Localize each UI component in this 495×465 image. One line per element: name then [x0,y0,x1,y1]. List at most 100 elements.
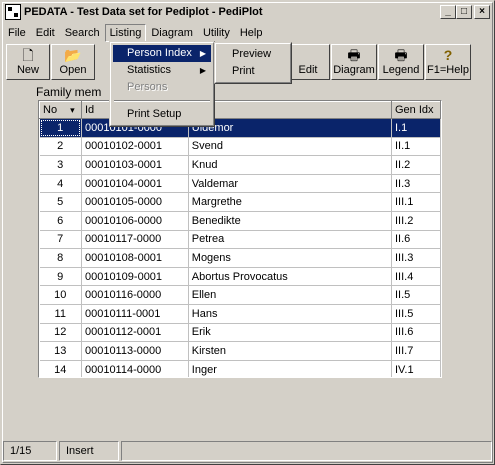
cell-id[interactable]: 00010104-0001 [81,174,189,194]
edit-button[interactable]: Edit [286,44,330,80]
menu-utility[interactable]: Utility [198,24,235,42]
column-header-gen-idx[interactable]: Gen Idx [391,101,441,119]
table-row[interactable]: 13 00010113-0000 Kirsten III.7 [39,341,441,361]
family-members-table[interactable]: No ▾ Id e Gen Idx 100010101-0000UldemorI… [38,100,442,378]
cell-name[interactable]: Valdemar [188,174,393,194]
cell-gen-idx[interactable]: II.1 [391,137,441,157]
cell-no[interactable]: 10 [39,285,82,305]
cell-gen-idx[interactable]: III.1 [391,192,441,212]
printer-icon: 🖶 [347,47,361,63]
cell-id[interactable]: 00010116-0000 [81,285,189,305]
cell-no[interactable]: 13 [39,341,82,361]
column-header-no[interactable]: No ▾ [39,101,82,119]
record-counter: 1/15 [3,441,57,461]
cell-name[interactable]: Inger [188,360,393,377]
cell-gen-idx[interactable]: II.2 [391,155,441,175]
table-row[interactable]: 7 00010117-0000 Petrea II.6 [39,230,441,250]
cell-gen-idx[interactable]: III.5 [391,304,441,324]
cell-id[interactable]: 00010106-0000 [81,211,189,231]
table-row[interactable]: 9 00010109-0001 Abortus Provocatus III.4 [39,267,441,287]
menu-item-print-setup[interactable]: Print Setup [113,106,211,123]
cell-id[interactable]: 00010103-0001 [81,155,189,175]
table-row[interactable]: 12 00010112-0001 Erik III.6 [39,323,441,343]
maximize-button[interactable]: □ [456,5,472,19]
table-row[interactable]: 4 00010104-0001 Valdemar II.3 [39,174,441,194]
cell-name[interactable]: Uldemor [188,118,393,138]
table-header: No ▾ Id e Gen Idx [39,101,441,119]
cell-no[interactable]: 1 [39,118,82,138]
cell-gen-idx[interactable]: III.3 [391,248,441,268]
menu-listing[interactable]: Listing [104,23,147,42]
app-icon[interactable] [5,4,21,20]
cell-gen-idx[interactable]: IV.1 [391,360,441,377]
cell-name[interactable]: Erik [188,323,393,343]
cell-no[interactable]: 12 [39,323,82,343]
cell-no[interactable]: 8 [39,248,82,268]
menu-file[interactable]: File [3,24,31,42]
cell-no[interactable]: 2 [39,137,82,157]
cell-id[interactable]: 00010105-0000 [81,192,189,212]
help-button[interactable]: ? F1=Help [425,44,471,80]
table-row[interactable]: 10 00010116-0000 Ellen II.5 [39,285,441,305]
cell-gen-idx[interactable]: III.2 [391,211,441,231]
menu-edit[interactable]: Edit [31,24,60,42]
title-bar[interactable]: PEDATA - Test Data set for Pediplot - Pe… [3,3,492,21]
menu-diagram[interactable]: Diagram [146,24,198,42]
cell-gen-idx[interactable]: II.5 [391,285,441,305]
cell-name[interactable]: Margrethe [188,192,393,212]
cell-no[interactable]: 6 [39,211,82,231]
submenu-item-print[interactable]: Print [218,63,288,80]
menu-search[interactable]: Search [60,24,105,42]
cell-name[interactable]: Abortus Provocatus [188,267,393,287]
cell-name[interactable]: Knud [188,155,393,175]
cell-gen-idx[interactable]: III.4 [391,267,441,287]
cell-id[interactable]: 00010102-0001 [81,137,189,157]
cell-gen-idx[interactable]: II.3 [391,174,441,194]
cell-no[interactable]: 14 [39,360,82,377]
cell-id[interactable]: 00010117-0000 [81,230,189,250]
cell-id[interactable]: 00010108-0001 [81,248,189,268]
legend-button[interactable]: 🖶 Legend [378,44,424,80]
table-row[interactable]: 8 00010108-0001 Mogens III.3 [39,248,441,268]
menu-item-statistics[interactable]: Statistics ▶ [113,62,211,79]
cell-id[interactable]: 00010112-0001 [81,323,189,343]
table-row[interactable]: 14 00010114-0000 Inger IV.1 [39,360,441,377]
status-bar: 1/15 Insert [3,441,492,461]
table-row[interactable]: 2 00010102-0001 Svend II.1 [39,137,441,157]
table-row[interactable]: 11 00010111-0001 Hans III.5 [39,304,441,324]
cell-gen-idx[interactable]: III.7 [391,341,441,361]
minimize-button[interactable]: _ [440,5,456,19]
open-button[interactable]: 📂 Open [51,44,95,80]
close-button[interactable]: × [474,5,490,19]
cell-id[interactable]: 00010114-0000 [81,360,189,377]
cell-no[interactable]: 5 [39,192,82,212]
cell-name[interactable]: Svend [188,137,393,157]
cell-no[interactable]: 3 [39,155,82,175]
table-row[interactable]: 1 00010101-0000 Uldemor I.1 [39,118,441,138]
cell-id[interactable]: 00010113-0000 [81,341,189,361]
table-row[interactable]: 5 00010105-0000 Margrethe III.1 [39,192,441,212]
cell-name[interactable]: Petrea [188,230,393,250]
cell-no[interactable]: 4 [39,174,82,194]
cell-name[interactable]: Ellen [188,285,393,305]
diagram-button[interactable]: 🖶 Diagram [331,44,377,80]
menu-help[interactable]: Help [235,24,268,42]
cell-no[interactable]: 7 [39,230,82,250]
cell-name[interactable]: Mogens [188,248,393,268]
column-header-name[interactable]: e [187,101,393,119]
cell-gen-idx[interactable]: III.6 [391,323,441,343]
cell-id[interactable]: 00010109-0001 [81,267,189,287]
cell-name[interactable]: Benedikte [188,211,393,231]
cell-gen-idx[interactable]: II.6 [391,230,441,250]
new-button[interactable]: 🗋 New [6,44,50,80]
table-row[interactable]: 3 00010103-0001 Knud II.2 [39,155,441,175]
cell-no[interactable]: 11 [39,304,82,324]
cell-gen-idx[interactable]: I.1 [391,118,441,138]
table-row[interactable]: 6 00010106-0000 Benedikte III.2 [39,211,441,231]
menu-item-person-index[interactable]: Person Index ▶ [113,45,211,62]
cell-no[interactable]: 9 [39,267,82,287]
cell-name[interactable]: Kirsten [188,341,393,361]
cell-name[interactable]: Hans [188,304,393,324]
cell-id[interactable]: 00010111-0001 [81,304,189,324]
submenu-item-preview[interactable]: Preview [218,46,288,63]
